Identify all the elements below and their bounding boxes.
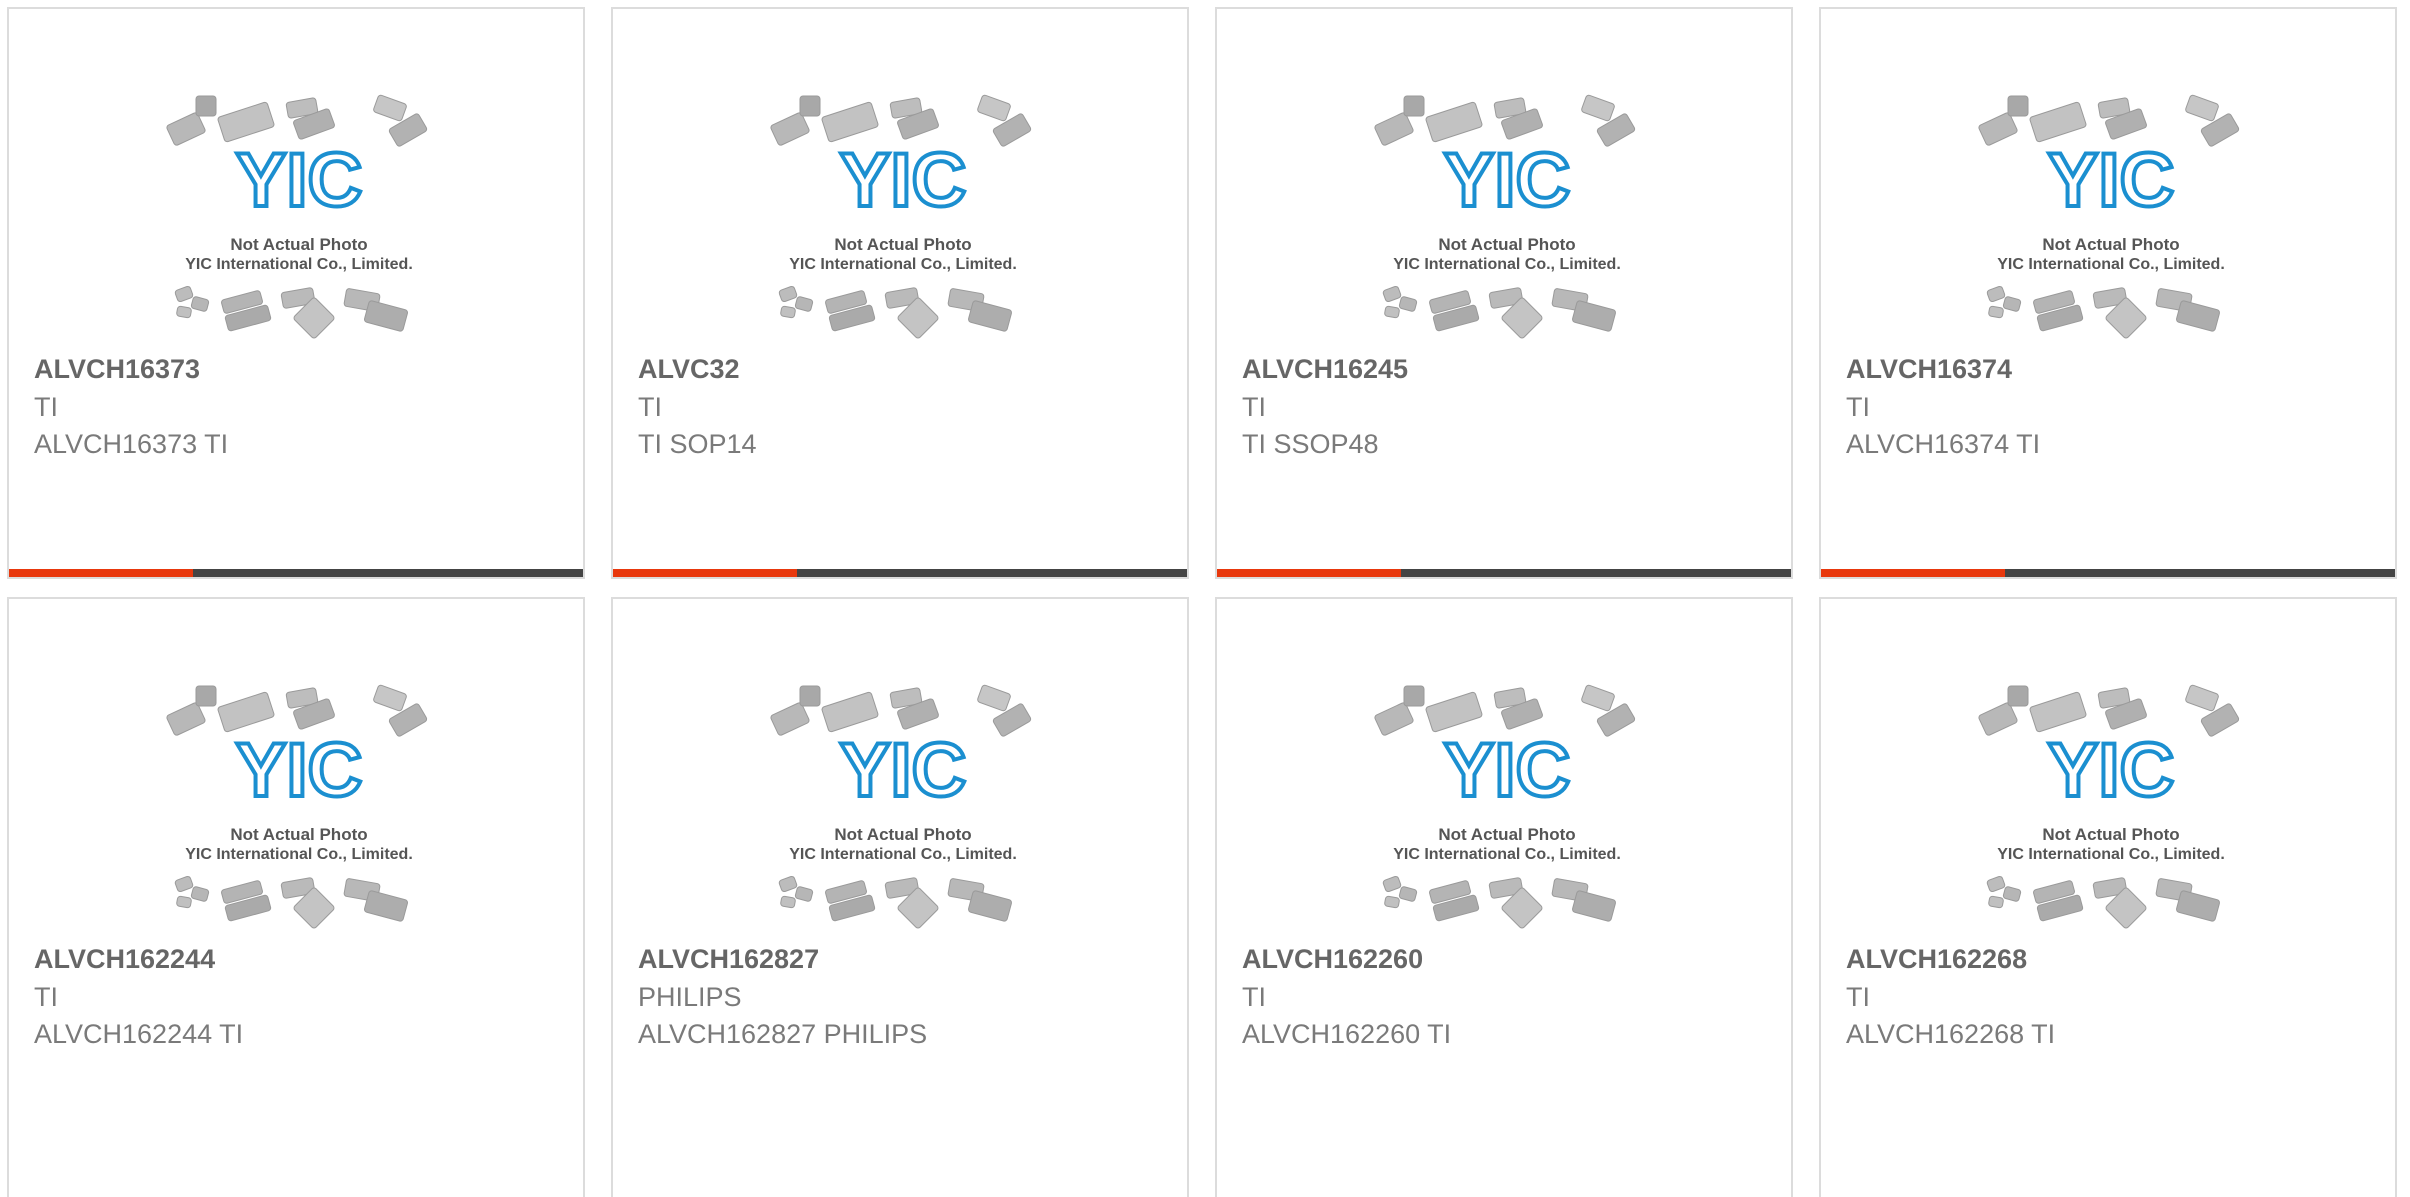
chip-placeholder-graphic: YIC Not Actual Photo YIC International Co.… <box>166 94 428 339</box>
card-progress-fill <box>1217 569 1401 577</box>
caption-line-2: YIC International Co., Limited. <box>1997 256 2225 273</box>
caption-line-2: YIC International Co., Limited. <box>1997 846 2225 863</box>
part-number[interactable]: ALVCH162260 <box>1242 944 1423 975</box>
manufacturer: TI <box>1846 982 1870 1012</box>
chip-placeholder-graphic: YIC Not Actual Photo YIC International Co.… <box>770 684 1032 929</box>
product-card[interactable]: YIC Not Actual Photo YIC International Co.… <box>1215 7 1793 579</box>
part-number[interactable]: ALVCH162827 <box>638 944 819 975</box>
manufacturer: TI <box>34 982 58 1012</box>
product-placeholder-image: YIC Not Actual Photo YIC International Co.… <box>768 94 1038 346</box>
card-progress-fill <box>9 569 193 577</box>
product-placeholder-image: YIC Not Actual Photo YIC International Co.… <box>164 94 434 346</box>
yic-logo: YIC <box>1444 728 1571 813</box>
chip-row-bottom <box>1986 285 2220 339</box>
chip-row-bottom <box>174 285 408 339</box>
chip-row-bottom <box>778 875 1012 929</box>
product-card[interactable]: YIC Not Actual Photo YIC International Co.… <box>7 597 585 1197</box>
card-progress-bar <box>1217 569 1791 577</box>
product-placeholder-image: YIC Not Actual Photo YIC International Co.… <box>1372 94 1642 346</box>
product-description: ALVCH162244 TI <box>34 1019 244 1049</box>
yic-logo: YIC <box>236 138 363 223</box>
yic-logo: YIC <box>840 728 967 813</box>
product-card[interactable]: YIC Not Actual Photo YIC International Co.… <box>1819 597 2397 1197</box>
yic-logo: YIC <box>840 138 967 223</box>
chip-placeholder-graphic: YIC Not Actual Photo YIC International Co.… <box>770 94 1032 339</box>
manufacturer: TI <box>1846 392 1870 422</box>
card-progress-bar <box>613 569 1187 577</box>
chip-placeholder-graphic: YIC Not Actual Photo YIC International Co.… <box>1374 94 1636 339</box>
manufacturer: PHILIPS <box>638 982 742 1012</box>
part-number[interactable]: ALVC32 <box>638 354 740 385</box>
caption-line-1: Not Actual Photo <box>230 825 367 844</box>
caption-line-2: YIC International Co., Limited. <box>1393 846 1621 863</box>
caption-line-1: Not Actual Photo <box>1438 235 1575 254</box>
manufacturer: TI <box>1242 392 1266 422</box>
chip-row-bottom <box>778 285 1012 339</box>
part-number[interactable]: ALVCH162244 <box>34 944 215 975</box>
part-number[interactable]: ALVCH16245 <box>1242 354 1408 385</box>
product-placeholder-image: YIC Not Actual Photo YIC International Co.… <box>1976 94 2246 346</box>
card-progress-fill <box>613 569 797 577</box>
yic-logo: YIC <box>236 728 363 813</box>
product-card[interactable]: YIC Not Actual Photo YIC International Co.… <box>611 597 1189 1197</box>
chip-placeholder-graphic: YIC Not Actual Photo YIC International Co.… <box>1978 684 2240 929</box>
card-progress-bar <box>1821 569 2395 577</box>
manufacturer: TI <box>1242 982 1266 1012</box>
chip-row-bottom <box>1986 875 2220 929</box>
product-grid: YIC Not Actual Photo YIC International Co.… <box>0 0 2410 1197</box>
caption-line-1: Not Actual Photo <box>2042 235 2179 254</box>
manufacturer: TI <box>638 392 662 422</box>
product-description: ALVCH162268 TI <box>1846 1019 2056 1049</box>
part-number[interactable]: ALVCH16373 <box>34 354 200 385</box>
product-placeholder-image: YIC Not Actual Photo YIC International Co.… <box>1976 684 2246 936</box>
card-progress-fill <box>1821 569 2005 577</box>
yic-logo: YIC <box>1444 138 1571 223</box>
product-description: ALVCH162260 TI <box>1242 1019 1452 1049</box>
product-description: TI SOP14 <box>638 429 757 459</box>
card-progress-bar <box>9 569 583 577</box>
chip-placeholder-graphic: YIC Not Actual Photo YIC International Co.… <box>1978 94 2240 339</box>
caption-line-1: Not Actual Photo <box>230 235 367 254</box>
product-card[interactable]: YIC Not Actual Photo YIC International Co.… <box>7 7 585 579</box>
product-card[interactable]: YIC Not Actual Photo YIC International Co.… <box>1819 7 2397 579</box>
caption-line-1: Not Actual Photo <box>1438 825 1575 844</box>
caption-line-2: YIC International Co., Limited. <box>185 846 413 863</box>
product-description: ALVCH16373 TI <box>34 429 229 459</box>
caption-line-2: YIC International Co., Limited. <box>185 256 413 273</box>
product-placeholder-image: YIC Not Actual Photo YIC International Co.… <box>768 684 1038 936</box>
chip-placeholder-graphic: YIC Not Actual Photo YIC International Co.… <box>1374 684 1636 929</box>
product-placeholder-image: YIC Not Actual Photo YIC International Co.… <box>164 684 434 936</box>
manufacturer: TI <box>34 392 58 422</box>
caption-line-1: Not Actual Photo <box>834 825 971 844</box>
chip-row-bottom <box>174 875 408 929</box>
product-card[interactable]: YIC Not Actual Photo YIC International Co.… <box>1215 597 1793 1197</box>
caption-line-2: YIC International Co., Limited. <box>789 256 1017 273</box>
yic-logo: YIC <box>2048 138 2175 223</box>
caption-line-2: YIC International Co., Limited. <box>789 846 1017 863</box>
caption-line-2: YIC International Co., Limited. <box>1393 256 1621 273</box>
yic-logo: YIC <box>2048 728 2175 813</box>
product-card[interactable]: YIC Not Actual Photo YIC International Co.… <box>611 7 1189 579</box>
chip-row-bottom <box>1382 285 1616 339</box>
part-number[interactable]: ALVCH162268 <box>1846 944 2027 975</box>
caption-line-1: Not Actual Photo <box>2042 825 2179 844</box>
product-description: TI SSOP48 <box>1242 429 1379 459</box>
caption-line-1: Not Actual Photo <box>834 235 971 254</box>
product-placeholder-image: YIC Not Actual Photo YIC International Co.… <box>1372 684 1642 936</box>
chip-placeholder-graphic: YIC Not Actual Photo YIC International Co.… <box>166 684 428 929</box>
product-description: ALVCH162827 PHILIPS <box>638 1019 928 1049</box>
part-number[interactable]: ALVCH16374 <box>1846 354 2012 385</box>
chip-row-bottom <box>1382 875 1616 929</box>
product-description: ALVCH16374 TI <box>1846 429 2041 459</box>
